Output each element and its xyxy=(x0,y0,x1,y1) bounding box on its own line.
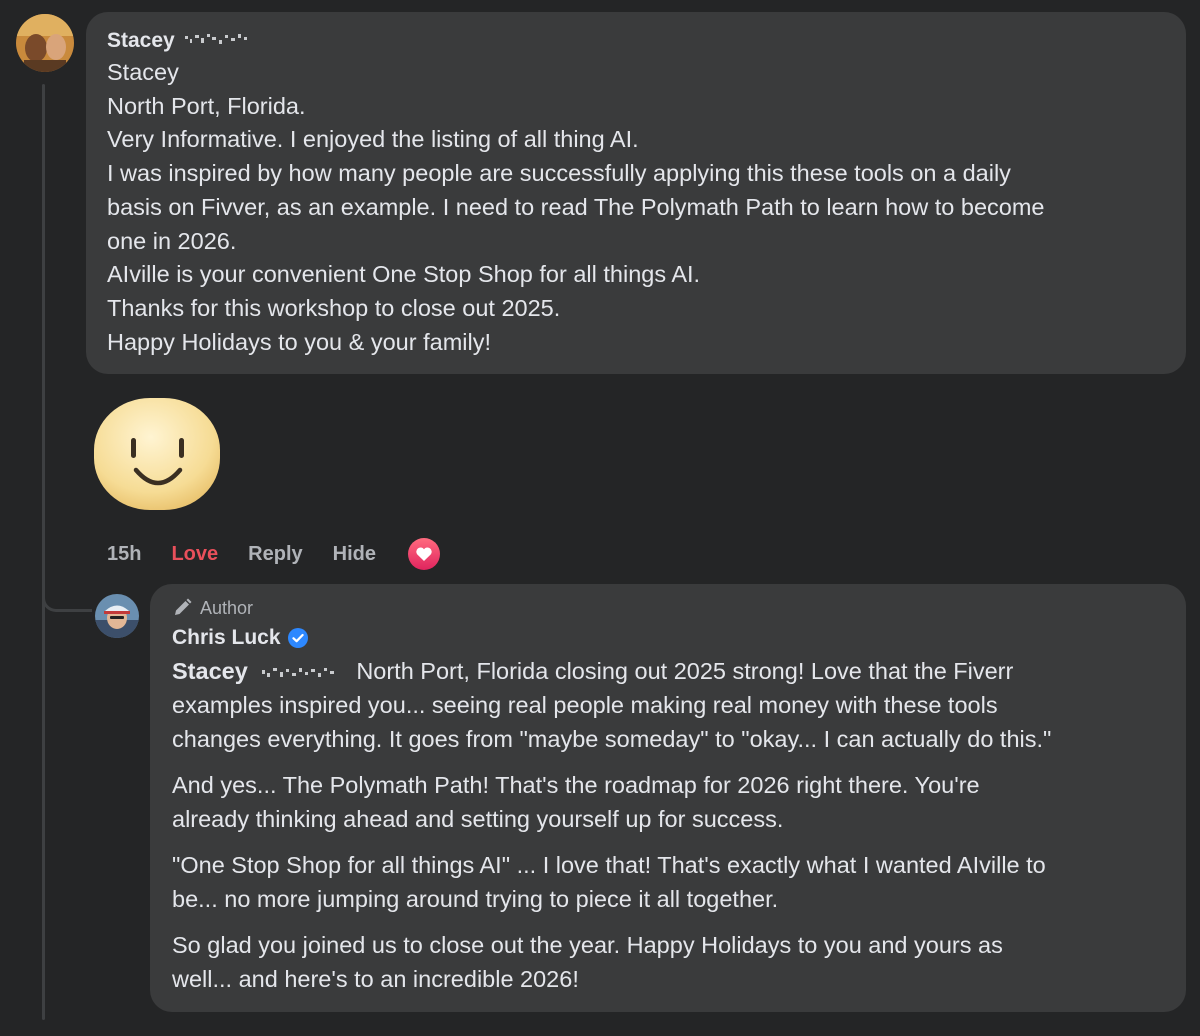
hide-button[interactable]: Hide xyxy=(333,543,376,566)
reply-paragraph: "One Stop Shop for all things AI" ... I … xyxy=(172,848,1164,916)
comment-bubble: Stacey Stacey North Port, Florida. Very … xyxy=(86,12,1186,374)
avatar[interactable] xyxy=(16,14,74,72)
verified-badge-icon xyxy=(287,627,309,649)
reply-line: already thinking ahead and setting yours… xyxy=(172,806,784,832)
comment-text: Stacey North Port, Florida. Very Informa… xyxy=(107,56,1165,359)
redacted-surname-icon xyxy=(262,668,335,677)
comment-actions: 15h Love Reply Hide xyxy=(107,536,440,572)
pencil-icon xyxy=(175,598,192,615)
love-button[interactable]: Love xyxy=(171,543,218,566)
reply-author[interactable]: Chris Luck xyxy=(172,622,1164,654)
comment-line: I was inspired by how many people are su… xyxy=(107,160,1011,187)
reply-paragraph: So glad you joined us to close out the y… xyxy=(172,928,1164,996)
mention-link[interactable]: Stacey xyxy=(172,658,248,684)
reply-line: "One Stop Shop for all things AI" ... I … xyxy=(172,852,1046,878)
comment-author[interactable]: Stacey xyxy=(107,26,1165,56)
reply-button[interactable]: Reply xyxy=(248,543,302,566)
reply-line: changes everything. It goes from "maybe … xyxy=(172,726,1052,752)
reply-line: examples inspired you... seeing real peo… xyxy=(172,692,998,718)
author-badge-label: Author xyxy=(200,597,254,618)
reply-paragraph: And yes... The Polymath Path! That's the… xyxy=(172,768,1164,836)
comment-line: Happy Holidays to you & your family! xyxy=(107,328,491,355)
reply-line: So glad you joined us to close out the y… xyxy=(172,932,1003,958)
comment-line: North Port, Florida. xyxy=(107,92,306,119)
comment-line: one in 2026. xyxy=(107,227,237,254)
reply-line: And yes... The Polymath Path! That's the… xyxy=(172,772,980,798)
reply-line: well... and here's to an incredible 2026… xyxy=(172,966,579,992)
comment-line: Very Informative. I enjoyed the listing … xyxy=(107,126,639,153)
comment-line: Stacey xyxy=(107,59,179,85)
redacted-surname-icon xyxy=(184,34,247,44)
heart-reaction-icon[interactable] xyxy=(407,538,440,570)
reply-paragraph: Stacey North Port, Florida closing out 2… xyxy=(172,654,1164,756)
reply-author-name[interactable]: Chris Luck xyxy=(172,626,281,650)
comment-author-name[interactable]: Stacey xyxy=(107,26,175,56)
reply-bubble: Author Chris Luck Stacey North Port, Flo… xyxy=(150,584,1186,1012)
reply-line: be... no more jumping around trying to p… xyxy=(172,886,779,912)
comment-line: AIville is your convenient One Stop Shop… xyxy=(107,261,701,288)
reply-connector-line xyxy=(42,560,92,612)
reply-line: North Port, Florida closing out 2025 str… xyxy=(356,658,1014,684)
thread-line xyxy=(42,84,45,1020)
smiley-sticker xyxy=(94,398,220,510)
author-badge: Author xyxy=(172,594,1164,622)
comment-line: basis on Fivver, as an example. I need t… xyxy=(107,193,1045,220)
comment-line: Thanks for this workshop to close out 20… xyxy=(107,294,561,321)
avatar[interactable] xyxy=(95,594,139,638)
comment-timestamp[interactable]: 15h xyxy=(107,543,141,566)
